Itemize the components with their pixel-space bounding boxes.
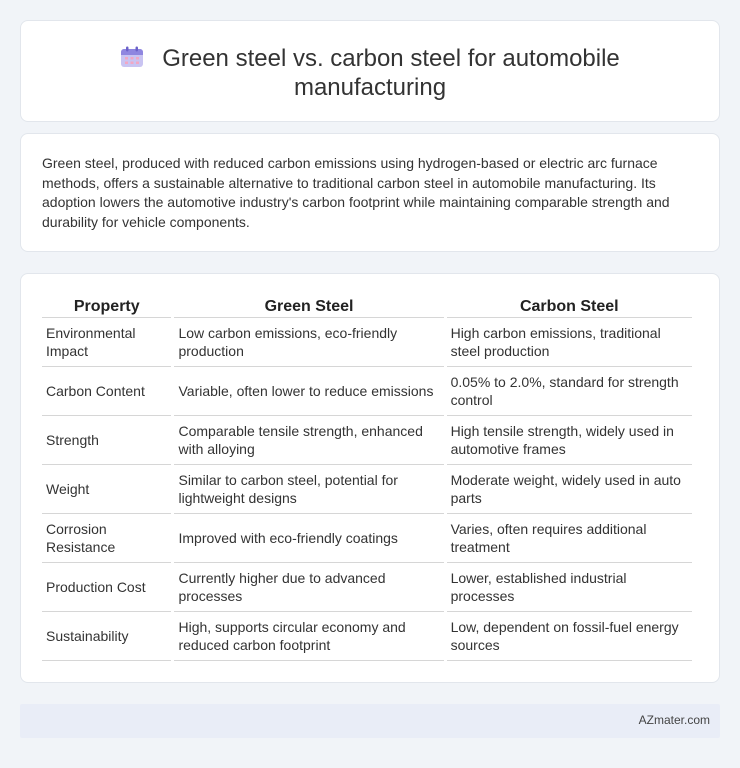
- footer-brand[interactable]: AZmater.com: [639, 713, 710, 727]
- carbon-steel-cell: High carbon emissions, traditional steel…: [446, 318, 692, 367]
- carbon-steel-cell: Varies, often requires additional treatm…: [446, 514, 692, 563]
- green-steel-cell: Variable, often lower to reduce emission…: [174, 367, 444, 416]
- property-cell: Strength: [42, 416, 172, 465]
- carbon-steel-cell: Lower, established industrial processes: [446, 563, 692, 612]
- green-steel-cell: Similar to carbon steel, potential for l…: [174, 465, 444, 514]
- green-steel-cell: Comparable tensile strength, enhanced wi…: [174, 416, 444, 465]
- green-steel-cell: Currently higher due to advanced process…: [174, 563, 444, 612]
- property-cell: Environmental Impact: [42, 318, 172, 367]
- title-card: Green steel vs. carbon steel for automob…: [20, 20, 720, 122]
- header-green-steel: Green Steel: [174, 296, 444, 318]
- green-steel-cell: Low carbon emissions, eco-friendly produ…: [174, 318, 444, 367]
- table-row: Weight Similar to carbon steel, potentia…: [42, 465, 692, 514]
- header-property: Property: [42, 296, 172, 318]
- comparison-table: Property Green Steel Carbon Steel Enviro…: [39, 296, 695, 661]
- carbon-steel-cell: Moderate weight, widely used in auto par…: [446, 465, 692, 514]
- green-steel-cell: Improved with eco-friendly coatings: [174, 514, 444, 563]
- page-title: Green steel vs. carbon steel for automob…: [21, 44, 719, 102]
- footer-bar: AZmater.com: [20, 704, 720, 738]
- title-line-2: manufacturing: [293, 74, 447, 101]
- calendar-icon: [121, 46, 144, 67]
- property-cell: Corrosion Resistance: [42, 514, 172, 563]
- property-cell: Carbon Content: [42, 367, 172, 416]
- table-row: Corrosion Resistance Improved with eco-f…: [42, 514, 692, 563]
- comparison-card: Property Green Steel Carbon Steel Enviro…: [20, 273, 720, 683]
- carbon-steel-cell: High tensile strength, widely used in au…: [446, 416, 692, 465]
- table-header-row: Property Green Steel Carbon Steel: [42, 296, 692, 318]
- intro-paragraph: Green steel, produced with reduced carbo…: [42, 155, 670, 230]
- header-carbon-steel: Carbon Steel: [446, 296, 692, 318]
- green-steel-cell: High, supports circular economy and redu…: [174, 612, 444, 661]
- intro-card: Green steel, produced with reduced carbo…: [20, 133, 720, 252]
- property-cell: Weight: [42, 465, 172, 514]
- table-row: Environmental Impact Low carbon emission…: [42, 318, 692, 367]
- property-cell: Sustainability: [42, 612, 172, 661]
- table-row: Sustainability High, supports circular e…: [42, 612, 692, 661]
- property-cell: Production Cost: [42, 563, 172, 612]
- table-row: Production Cost Currently higher due to …: [42, 563, 692, 612]
- table-row: Strength Comparable tensile strength, en…: [42, 416, 692, 465]
- title-line-1: Green steel vs. carbon steel for automob…: [162, 45, 620, 72]
- carbon-steel-cell: 0.05% to 2.0%, standard for strength con…: [446, 367, 692, 416]
- table-row: Carbon Content Variable, often lower to …: [42, 367, 692, 416]
- carbon-steel-cell: Low, dependent on fossil-fuel energy sou…: [446, 612, 692, 661]
